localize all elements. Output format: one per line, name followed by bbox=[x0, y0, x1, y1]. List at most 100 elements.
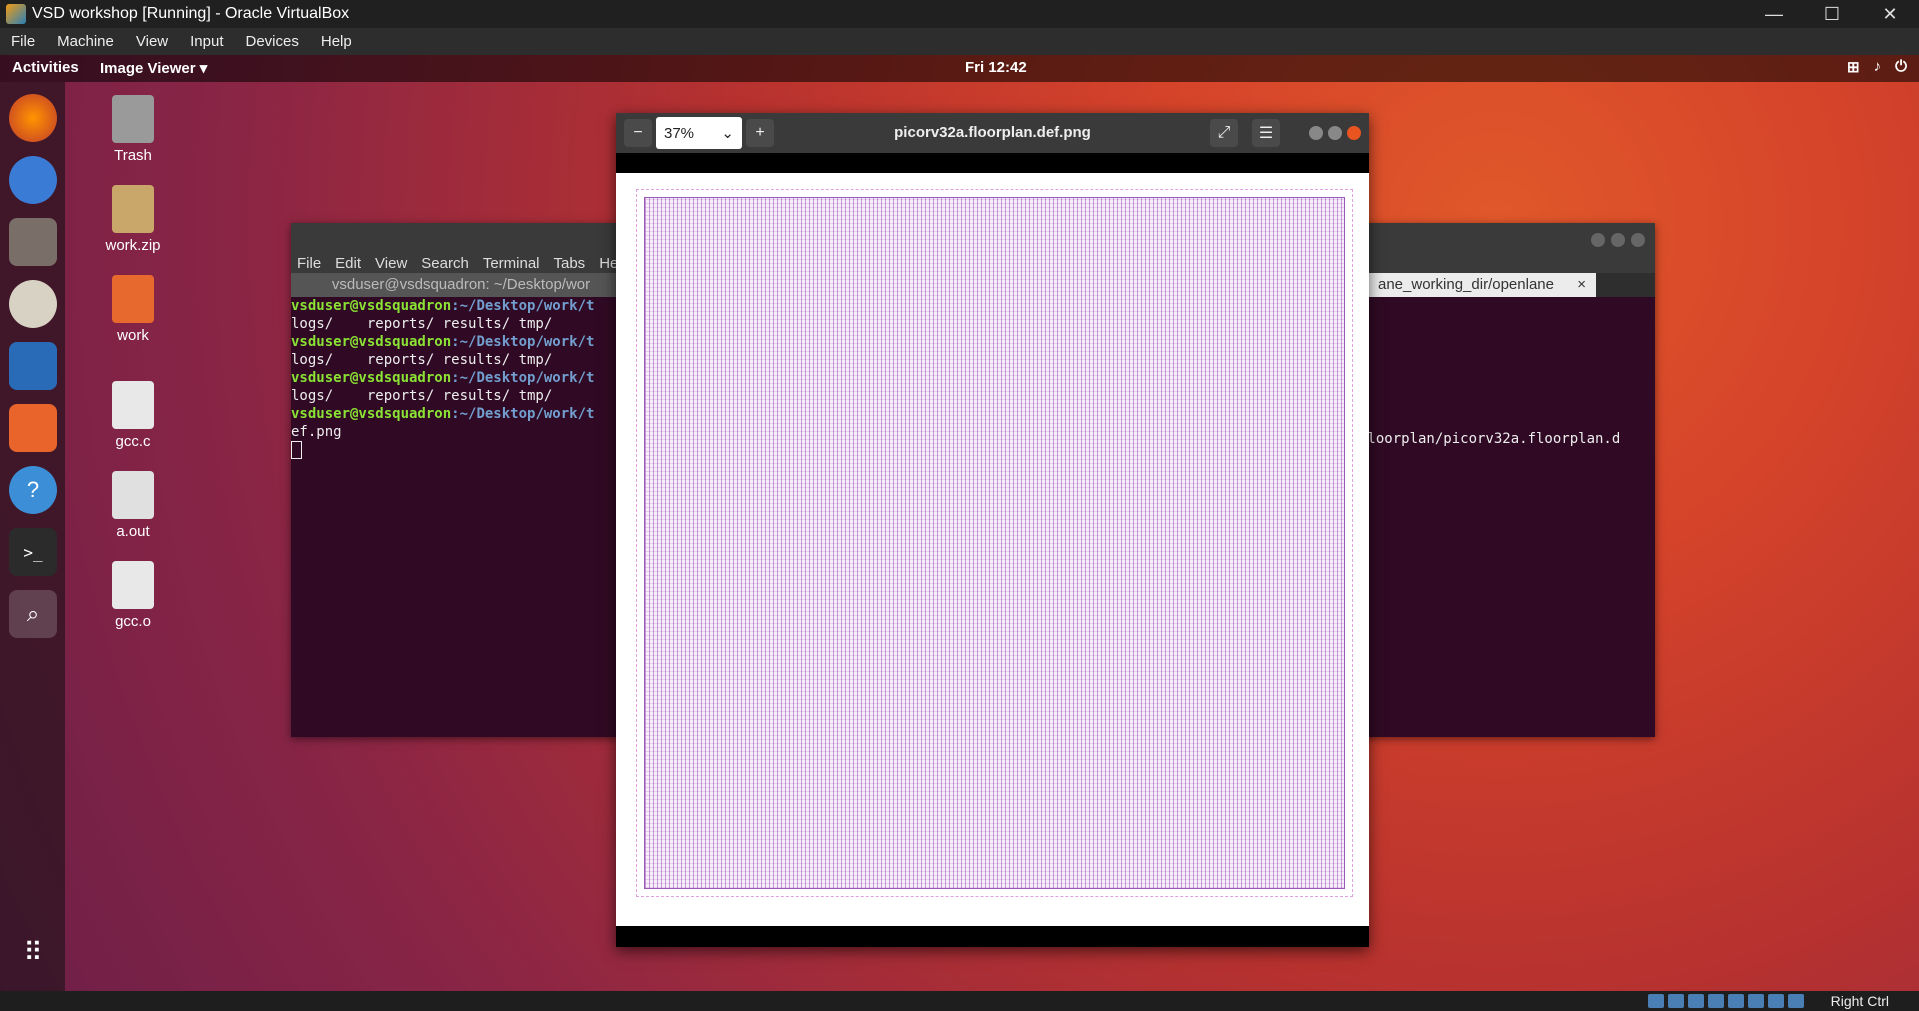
terminal-close-icon[interactable] bbox=[1631, 233, 1645, 247]
desktop-icon-label: work bbox=[117, 327, 149, 344]
object-file-icon bbox=[112, 561, 154, 609]
image-viewer-window[interactable]: picorv32a.floorplan.def.png − 37% ⌄ + ⤢ … bbox=[616, 113, 1369, 947]
gnome-top-bar: Activities Image Viewer ▾ Fri 12:42 ⊞ ♪ … bbox=[0, 55, 1919, 82]
terminal-tab-2[interactable]: ane_working_dir/openlane × bbox=[1366, 273, 1596, 297]
tab-close-icon[interactable]: × bbox=[1577, 273, 1586, 297]
desktop-icon-trash[interactable]: Trash bbox=[88, 95, 178, 164]
volume-icon: ♪ bbox=[1873, 58, 1882, 75]
document-icon bbox=[112, 471, 154, 519]
terminal-icon[interactable]: >_ bbox=[9, 528, 57, 576]
menu-input[interactable]: Input bbox=[179, 33, 234, 50]
optical-drive-icon[interactable] bbox=[1648, 994, 1664, 1008]
menu-help[interactable]: Help bbox=[310, 33, 363, 50]
prompt-path: :~/Desktop/work/t bbox=[451, 334, 595, 350]
desktop-icon-label: gcc.c bbox=[115, 433, 151, 450]
term-menu-tabs[interactable]: Tabs bbox=[554, 255, 586, 272]
viewer-maximize-icon[interactable] bbox=[1328, 126, 1342, 140]
software-icon[interactable] bbox=[9, 404, 57, 452]
mouse-integration-icon[interactable] bbox=[1788, 994, 1804, 1008]
network-adapter-icon[interactable] bbox=[1688, 994, 1704, 1008]
image-viewer-header: picorv32a.floorplan.def.png − 37% ⌄ + ⤢ … bbox=[616, 113, 1369, 153]
files-icon[interactable] bbox=[9, 218, 57, 266]
dock: ? >_ ⌕ ⠿ bbox=[0, 82, 65, 991]
core-area-cells bbox=[644, 197, 1345, 889]
desktop-icon-label: Trash bbox=[114, 147, 152, 164]
chevron-down-icon: ⌄ bbox=[721, 125, 734, 142]
status-icons bbox=[1648, 994, 1804, 1008]
viewer-close-icon[interactable] bbox=[1347, 126, 1361, 140]
desktop-icon-work-zip[interactable]: work.zip bbox=[88, 185, 178, 254]
virtualbox-statusbar: Right Ctrl bbox=[0, 991, 1919, 1011]
desktop-icon-label: a.out bbox=[116, 523, 150, 540]
menu-devices[interactable]: Devices bbox=[235, 33, 310, 50]
menu-button[interactable]: ☰ bbox=[1252, 119, 1280, 147]
network-icon: ⊞ bbox=[1847, 59, 1860, 76]
terminal-right-text: floorplan/picorv32a.floorplan.d bbox=[1359, 431, 1621, 447]
desktop-icon-gcc-o[interactable]: gcc.o bbox=[88, 561, 178, 630]
firefox-icon[interactable] bbox=[9, 94, 57, 142]
prompt-path: :~/Desktop/work/t bbox=[451, 406, 595, 422]
prompt-path: :~/Desktop/work/t bbox=[451, 370, 595, 386]
minimize-icon[interactable]: — bbox=[1745, 0, 1803, 28]
zoom-value: 37% bbox=[664, 124, 695, 142]
virtualbox-titlebar: VSD workshop [Running] - Oracle VirtualB… bbox=[0, 0, 1919, 28]
host-key-label: Right Ctrl bbox=[1830, 993, 1889, 1009]
thunderbird-icon[interactable] bbox=[9, 156, 57, 204]
menu-file[interactable]: File bbox=[0, 33, 46, 50]
desktop-icon-label: work.zip bbox=[105, 237, 161, 254]
term-menu-edit[interactable]: Edit bbox=[335, 255, 361, 272]
writer-icon[interactable] bbox=[9, 342, 57, 390]
desktop-icon-gcc-c[interactable]: gcc.c bbox=[88, 381, 178, 450]
terminal-tab-1[interactable]: vsduser@vsdsquadron: ~/Desktop/wor bbox=[291, 273, 631, 297]
term-menu-terminal[interactable]: Terminal bbox=[483, 255, 540, 272]
folder-icon bbox=[112, 275, 154, 323]
terminal-maximize-icon[interactable] bbox=[1611, 233, 1625, 247]
prompt-user: vsduser@vsdsquadron bbox=[291, 334, 452, 350]
terminal-window-controls bbox=[1591, 233, 1645, 247]
system-tray[interactable]: ⊞ ♪ ⏻ bbox=[1847, 58, 1907, 76]
fullscreen-button[interactable]: ⤢ bbox=[1210, 119, 1238, 147]
zoom-select[interactable]: 37% ⌄ bbox=[656, 117, 742, 149]
maximize-icon[interactable]: ☐ bbox=[1803, 0, 1861, 28]
menu-machine[interactable]: Machine bbox=[46, 33, 125, 50]
viewer-minimize-icon[interactable] bbox=[1309, 126, 1323, 140]
term-menu-view[interactable]: View bbox=[375, 255, 407, 272]
image-viewer-icon[interactable]: ⌕ bbox=[9, 590, 57, 638]
virtualbox-icon bbox=[6, 4, 26, 24]
viewer-window-controls bbox=[1309, 126, 1361, 140]
zoom-out-button[interactable]: − bbox=[624, 119, 652, 147]
floorplan-image[interactable] bbox=[616, 173, 1369, 926]
usb-icon[interactable] bbox=[1708, 994, 1724, 1008]
prompt-user: vsduser@vsdsquadron bbox=[291, 298, 452, 314]
zip-file-icon bbox=[112, 185, 154, 233]
rhythmbox-icon[interactable] bbox=[9, 280, 57, 328]
desktop-icon-work[interactable]: work bbox=[88, 275, 178, 344]
activities-button[interactable]: Activities bbox=[12, 59, 79, 76]
terminal-cursor bbox=[291, 441, 302, 459]
show-apps-icon[interactable]: ⠿ bbox=[9, 928, 57, 976]
power-icon: ⏻ bbox=[1895, 58, 1907, 75]
trash-icon bbox=[112, 95, 154, 143]
recording-icon[interactable] bbox=[1768, 994, 1784, 1008]
prompt-user: vsduser@vsdsquadron bbox=[291, 406, 452, 422]
zoom-in-button[interactable]: + bbox=[746, 119, 774, 147]
term-menu-file[interactable]: File bbox=[297, 255, 321, 272]
guest-desktop: Activities Image Viewer ▾ Fri 12:42 ⊞ ♪ … bbox=[0, 55, 1919, 991]
c-source-file-icon bbox=[112, 381, 154, 429]
audio-icon[interactable] bbox=[1668, 994, 1684, 1008]
window-title: VSD workshop [Running] - Oracle VirtualB… bbox=[32, 5, 350, 22]
clock[interactable]: Fri 12:42 bbox=[965, 59, 1027, 76]
shared-folder-icon[interactable] bbox=[1728, 994, 1744, 1008]
menu-view[interactable]: View bbox=[125, 33, 179, 50]
terminal-tab-label: ane_working_dir/openlane bbox=[1378, 276, 1554, 293]
display-icon[interactable] bbox=[1748, 994, 1764, 1008]
close-icon[interactable]: ✕ bbox=[1861, 0, 1919, 28]
desktop-icon-label: gcc.o bbox=[115, 613, 151, 630]
terminal-minimize-icon[interactable] bbox=[1591, 233, 1605, 247]
app-menu[interactable]: Image Viewer ▾ bbox=[100, 59, 207, 77]
virtualbox-menubar: File Machine View Input Devices Help bbox=[0, 28, 1919, 55]
desktop-icon-a-out[interactable]: a.out bbox=[88, 471, 178, 540]
prompt-user: vsduser@vsdsquadron bbox=[291, 370, 452, 386]
term-menu-search[interactable]: Search bbox=[421, 255, 469, 272]
help-icon[interactable]: ? bbox=[9, 466, 57, 514]
